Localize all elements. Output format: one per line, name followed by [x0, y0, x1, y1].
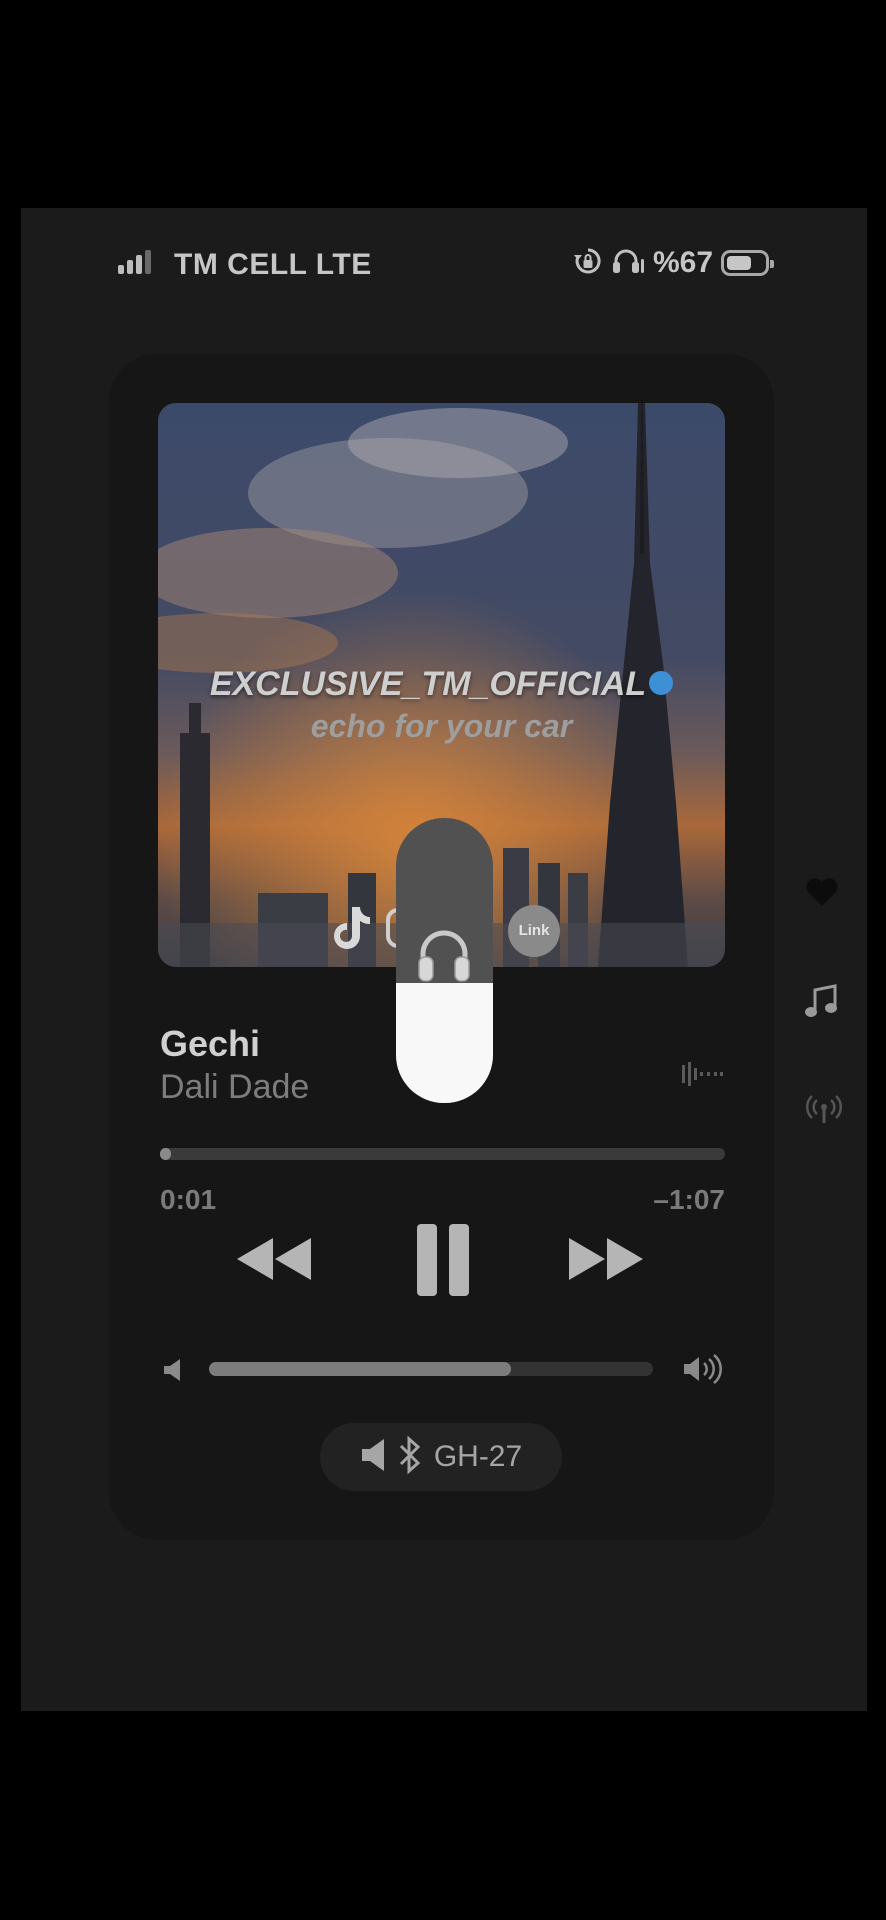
- rotation-lock-icon: [573, 246, 603, 281]
- audio-output-button[interactable]: GH-27: [320, 1423, 562, 1491]
- music-note-icon[interactable]: [804, 983, 838, 1026]
- artwork-tagline: echo for your car: [310, 708, 573, 744]
- track-artist[interactable]: Dali Dade: [160, 1068, 309, 1107]
- headphones-icon: [414, 924, 474, 993]
- bluetooth-icon: [398, 1435, 422, 1480]
- speaker-high-icon: [682, 1354, 724, 1389]
- battery-level: [727, 256, 751, 270]
- link-button[interactable]: Link: [508, 904, 560, 957]
- broadcast-icon[interactable]: [804, 1094, 844, 1131]
- status-bar: TM CELL LTE %67: [21, 208, 867, 318]
- audio-waveform-icon: [680, 1059, 724, 1094]
- track-title[interactable]: Gechi: [160, 1023, 260, 1065]
- fast-forward-button[interactable]: [567, 1234, 647, 1287]
- headphones-icon: [611, 246, 645, 281]
- tiktok-icon[interactable]: [330, 903, 374, 958]
- remaining-time: –1:07: [653, 1184, 725, 1215]
- elapsed-time: 0:01: [160, 1184, 217, 1215]
- speaker-low-icon: [162, 1358, 184, 1387]
- volume-hud[interactable]: [396, 818, 493, 1103]
- heart-icon[interactable]: [804, 876, 840, 913]
- volume-hud-level: [396, 983, 493, 1103]
- pause-button[interactable]: [413, 1222, 473, 1301]
- playback-progress: [160, 1148, 172, 1160]
- battery-percentage: %67: [652, 246, 713, 279]
- rewind-icon: [237, 1238, 311, 1280]
- fast-forward-icon: [569, 1238, 643, 1280]
- carrier-label: TM CELL LTE: [174, 248, 372, 281]
- volume-level: [209, 1362, 511, 1376]
- volume-slider[interactable]: [209, 1362, 653, 1376]
- rewind-button[interactable]: [235, 1234, 315, 1287]
- battery-icon: [721, 250, 774, 276]
- speaker-icon: [360, 1437, 392, 1478]
- pause-icon: [417, 1224, 469, 1296]
- playback-scrubber[interactable]: [160, 1148, 725, 1160]
- artwork-channel-name: EXCLUSIVE_TM_OFFICIAL: [158, 665, 725, 704]
- verified-badge-icon: [649, 671, 674, 696]
- output-device-name: GH-27: [433, 1440, 523, 1473]
- signal-icon: [118, 250, 154, 274]
